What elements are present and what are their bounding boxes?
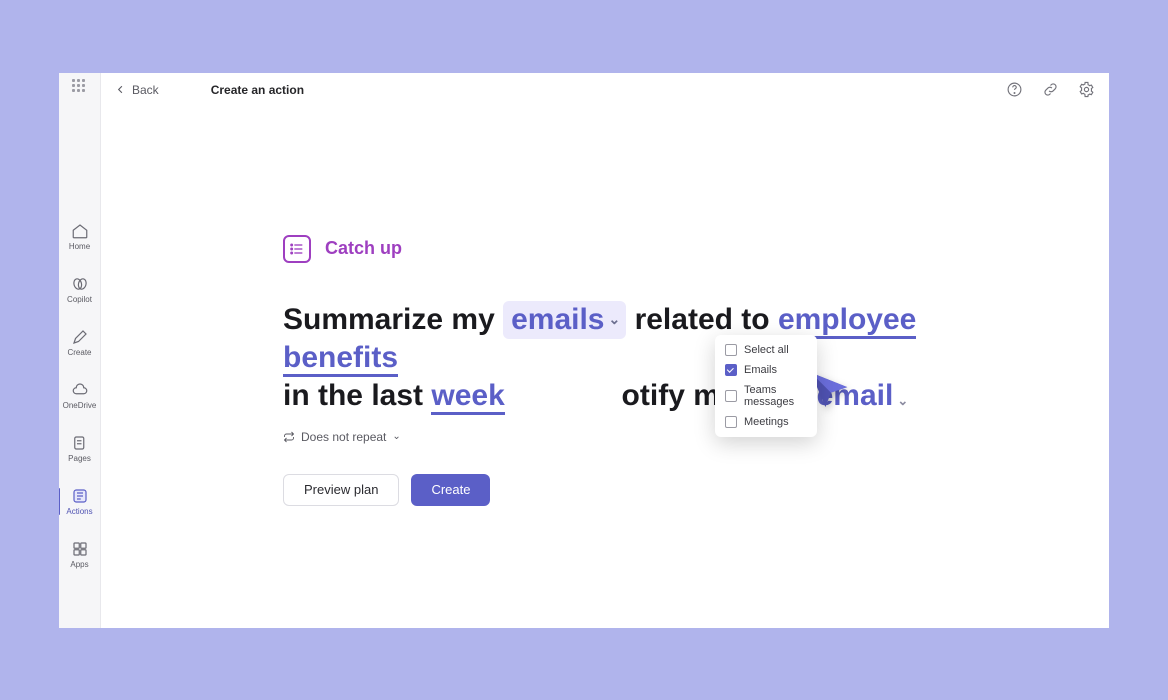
- main-area: Back Create an action Catch up: [101, 73, 1109, 628]
- pencil-icon: [71, 328, 89, 346]
- nav-label: Create: [67, 348, 91, 357]
- nav-copilot[interactable]: Copilot: [59, 272, 100, 307]
- dropdown-item-selectall[interactable]: Select all: [715, 340, 817, 360]
- sentence-text: in the last: [283, 379, 431, 412]
- action-sentence: Summarize my emails⌄ related to employee…: [283, 301, 983, 416]
- token-emails[interactable]: emails⌄: [503, 301, 626, 339]
- content: Catch up Summarize my emails⌄ related to…: [101, 107, 1109, 506]
- back-label: Back: [132, 83, 159, 97]
- cloud-icon: [71, 381, 89, 399]
- chevron-left-icon: [115, 84, 126, 95]
- actions-icon: [71, 487, 89, 505]
- nav-label: Copilot: [67, 295, 92, 304]
- gear-icon: [1078, 81, 1095, 98]
- nav-label: Actions: [66, 507, 92, 516]
- token-period[interactable]: week: [431, 379, 504, 415]
- link-button[interactable]: [1041, 81, 1059, 99]
- copilot-icon: [71, 275, 89, 293]
- apps-icon: [71, 540, 89, 558]
- dropdown-item-meetings[interactable]: Meetings: [715, 412, 817, 432]
- nav-label: Home: [69, 242, 90, 251]
- chevron-down-icon: ⌄: [392, 431, 400, 442]
- help-icon: [1006, 81, 1023, 98]
- app-frame: Home Copilot Create OneDrive Pages Actio…: [59, 73, 1109, 628]
- nav-pages[interactable]: Pages: [59, 431, 100, 466]
- checkbox[interactable]: [725, 416, 737, 428]
- sentence-text: Summarize my: [283, 303, 503, 336]
- nav-actions[interactable]: Actions: [59, 484, 100, 519]
- button-row: Preview plan Create: [283, 474, 1109, 506]
- sentence-text: related to: [626, 303, 778, 336]
- preview-plan-button[interactable]: Preview plan: [283, 474, 399, 506]
- nav-home[interactable]: Home: [59, 219, 100, 254]
- home-icon: [71, 222, 89, 240]
- settings-button[interactable]: [1077, 81, 1095, 99]
- emails-dropdown: Select all Emails Teams messages Meeting…: [715, 335, 817, 437]
- left-rail: Home Copilot Create OneDrive Pages Actio…: [59, 73, 101, 628]
- repeat-label: Does not repeat: [301, 430, 386, 444]
- help-button[interactable]: [1005, 81, 1023, 99]
- checkbox[interactable]: [725, 390, 737, 402]
- top-bar: Back Create an action: [101, 73, 1109, 107]
- create-button[interactable]: Create: [411, 474, 490, 506]
- nav-apps[interactable]: Apps: [59, 537, 100, 572]
- app-launcher-icon[interactable]: [72, 79, 88, 95]
- chevron-down-icon: ⌄: [897, 393, 908, 408]
- back-button[interactable]: Back: [115, 83, 159, 97]
- link-icon: [1042, 81, 1059, 98]
- dropdown-item-emails[interactable]: Emails: [715, 360, 817, 380]
- nav-onedrive[interactable]: OneDrive: [59, 378, 100, 413]
- token-channel[interactable]: email: [817, 379, 894, 412]
- catchup-icon: [283, 235, 311, 263]
- chevron-down-icon: ⌄: [609, 311, 621, 329]
- repeat-selector[interactable]: Does not repeat ⌄: [283, 430, 1109, 444]
- pages-icon: [71, 434, 89, 452]
- nav-create[interactable]: Create: [59, 325, 100, 360]
- page-title: Create an action: [211, 83, 304, 97]
- sentence-wrap: Summarize my emails⌄ related to employee…: [283, 301, 1109, 416]
- checkbox[interactable]: [725, 364, 737, 376]
- action-type-header: Catch up: [283, 235, 1109, 263]
- dropdown-item-teams[interactable]: Teams messages: [715, 380, 817, 412]
- nav-label: OneDrive: [63, 401, 97, 410]
- catchup-label: Catch up: [325, 238, 402, 259]
- nav-label: Apps: [70, 560, 88, 569]
- checkbox[interactable]: [725, 344, 737, 356]
- nav-label: Pages: [68, 454, 91, 463]
- repeat-icon: [283, 431, 295, 443]
